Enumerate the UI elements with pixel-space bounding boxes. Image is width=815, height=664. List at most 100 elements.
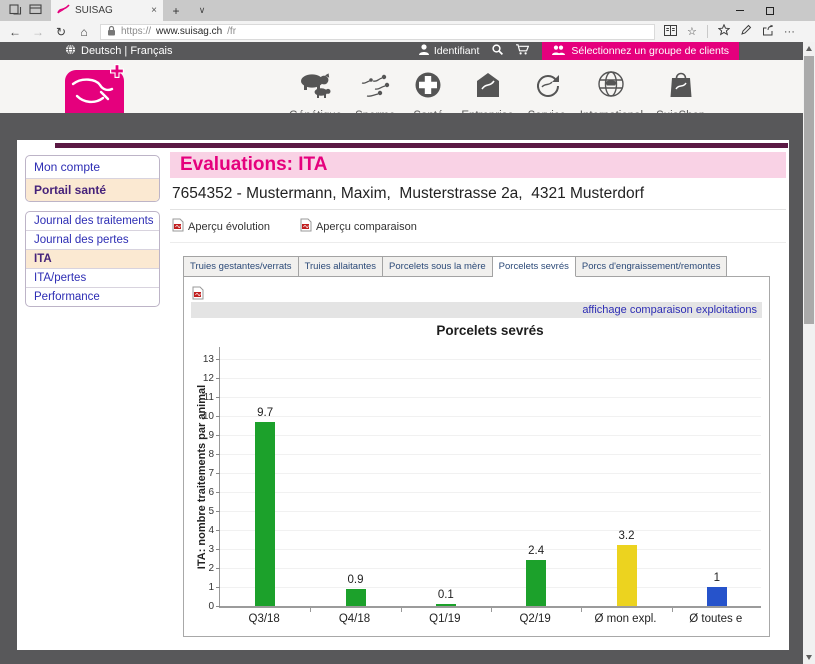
web-note-pen-icon[interactable] (740, 23, 752, 41)
login-link[interactable]: Identifiant (419, 44, 480, 58)
y-axis-tick-label: 2 (186, 563, 214, 574)
tab-title: SUISAG (75, 5, 113, 16)
add-favorite-star-icon[interactable]: ☆ (687, 25, 697, 38)
window-controls (725, 0, 815, 21)
y-axis-tick (216, 568, 220, 569)
tab-preview-chevron-icon[interactable]: ∨ (189, 0, 215, 21)
tab-truies-gestantes-verrats[interactable]: Truies gestantes/verrats (183, 256, 299, 277)
tab-truies-allaitantes[interactable]: Truies allaitantes (299, 256, 383, 277)
url-scheme: https:// (121, 26, 151, 37)
tab-porcelets-sevr-s[interactable]: Porcelets sevrés (493, 256, 576, 277)
y-axis-tick (216, 473, 220, 474)
pdf-icon (300, 218, 312, 235)
x-axis-tick (401, 608, 402, 612)
language-links[interactable]: Deutsch | Français (81, 45, 173, 57)
sidebar-item-ita[interactable]: ITA (26, 249, 159, 268)
pdf-link[interactable]: Aperçu comparaison (300, 218, 417, 235)
sidebar-item-journal-des-pertes[interactable]: Journal des pertes (26, 230, 159, 249)
chart-gridline (220, 549, 761, 550)
search-icon[interactable] (492, 44, 503, 58)
reading-view-icon[interactable] (664, 23, 677, 41)
language-switcher[interactable]: Deutsch | Français (65, 44, 173, 58)
share-icon[interactable] (762, 23, 774, 41)
address-bar-buttons: ☆ ··· (664, 23, 795, 41)
y-axis-tick (216, 587, 220, 588)
person-icon (419, 44, 429, 58)
chart-bar-value: 1 (687, 572, 747, 584)
chart-gridline (220, 568, 761, 569)
sidebar-item-ita-pertes[interactable]: ITA/pertes (26, 268, 159, 287)
chart-bar (526, 560, 546, 606)
y-axis-tick (216, 530, 220, 531)
sidebar-item-portail-sant-[interactable]: Portail santé (26, 178, 159, 201)
browser-address-bar: ← → ↻ ⌂ https://www.suisag.ch/fr ☆ ··· (0, 21, 815, 42)
y-axis-tick (216, 549, 220, 550)
chart-gridline (220, 511, 761, 512)
forward-icon[interactable]: → (31, 25, 45, 39)
chart-plot: 0123456789101112139.70.90.12.43.21 (219, 347, 761, 608)
scrollbar-thumb[interactable] (804, 56, 814, 324)
comparison-link[interactable]: affichage comparaison exploitations (582, 304, 757, 316)
y-axis-tick-label: 12 (186, 373, 214, 384)
chart-bar (707, 587, 727, 606)
sidebar-item-journal-des-traitements[interactable]: Journal des traitements (26, 212, 159, 230)
set-tabs-aside-icon[interactable] (9, 2, 22, 20)
y-axis-tick (216, 359, 220, 360)
home-icon[interactable]: ⌂ (77, 25, 91, 39)
page-title: Evaluations: ITA (170, 152, 786, 178)
scroll-down-arrow-icon[interactable] (803, 651, 815, 664)
y-axis-tick-label: 6 (186, 487, 214, 498)
chart-bar (255, 422, 275, 606)
site-top-bar: Deutsch | Français Identifiant Sélection… (0, 42, 815, 60)
pdf-icon (172, 218, 184, 235)
tab-preview-icon[interactable] (29, 2, 42, 20)
close-window-button[interactable] (785, 0, 815, 21)
minimize-button[interactable] (725, 0, 755, 21)
chart-bar (346, 589, 366, 606)
tab-porcs-d-engraissement-remontes[interactable]: Porcs d'engraissement/remontes (576, 256, 728, 277)
y-axis-tick (216, 454, 220, 455)
y-axis-tick-label: 1 (186, 582, 214, 593)
cart-icon[interactable] (516, 44, 529, 58)
refresh-icon[interactable]: ↻ (54, 25, 68, 39)
more-options-icon[interactable]: ··· (784, 26, 795, 38)
circular-arrow-icon (533, 71, 561, 104)
back-icon[interactable]: ← (8, 25, 22, 39)
chart-bar-value: 0.1 (416, 589, 476, 601)
new-tab-button[interactable]: + (163, 0, 189, 21)
sidebar: Mon comptePortail santé Journal des trai… (25, 155, 160, 316)
sidebar-item-mon-compte[interactable]: Mon compte (26, 156, 159, 178)
favorites-hub-icon[interactable] (718, 23, 730, 41)
chart-x-labels: Q3/18Q4/18Q1/19Q2/19Ø mon expl.Ø toutes … (219, 613, 761, 625)
page-scrollbar[interactable] (803, 42, 815, 664)
chart-x-label: Ø toutes e (671, 613, 761, 625)
close-tab-icon[interactable]: × (151, 5, 157, 16)
select-client-group-button[interactable]: Sélectionnez un groupe de clients (542, 42, 739, 60)
browser-tab-active[interactable]: SUISAG × (51, 0, 163, 21)
pdf-link[interactable]: Aperçu évolution (172, 218, 270, 235)
chart-gridline (220, 416, 761, 417)
y-axis-tick-label: 9 (186, 430, 214, 441)
y-axis-tick (216, 492, 220, 493)
y-axis-tick (216, 435, 220, 436)
maximize-button[interactable] (755, 0, 785, 21)
tab-porcelets-sous-la-m-re[interactable]: Porcelets sous la mère (383, 256, 493, 277)
scroll-up-arrow-icon[interactable] (803, 42, 815, 55)
chart-gridline (220, 473, 761, 474)
y-axis-tick (216, 378, 220, 379)
pdf-link-label: Aperçu évolution (188, 221, 270, 233)
select-client-group-label: Sélectionnez un groupe de clients (571, 45, 729, 57)
x-axis-tick (310, 608, 311, 612)
sidebar-item-performance[interactable]: Performance (26, 287, 159, 306)
y-axis-tick (216, 511, 220, 512)
pdf-link-label: Aperçu comparaison (316, 221, 417, 233)
pdf-links-row: Aperçu évolution Aperçu comparaison (170, 210, 786, 243)
globe-pig-icon (596, 69, 626, 104)
url-input[interactable]: https://www.suisag.ch/fr (100, 24, 655, 40)
y-axis-tick-label: 4 (186, 525, 214, 536)
y-axis-tick-label: 8 (186, 449, 214, 460)
chart-bar-value: 2.4 (506, 545, 566, 557)
lock-icon (107, 25, 116, 39)
tab-panel: affichage comparaison exploitations Porc… (183, 276, 770, 637)
x-axis-tick (672, 608, 673, 612)
